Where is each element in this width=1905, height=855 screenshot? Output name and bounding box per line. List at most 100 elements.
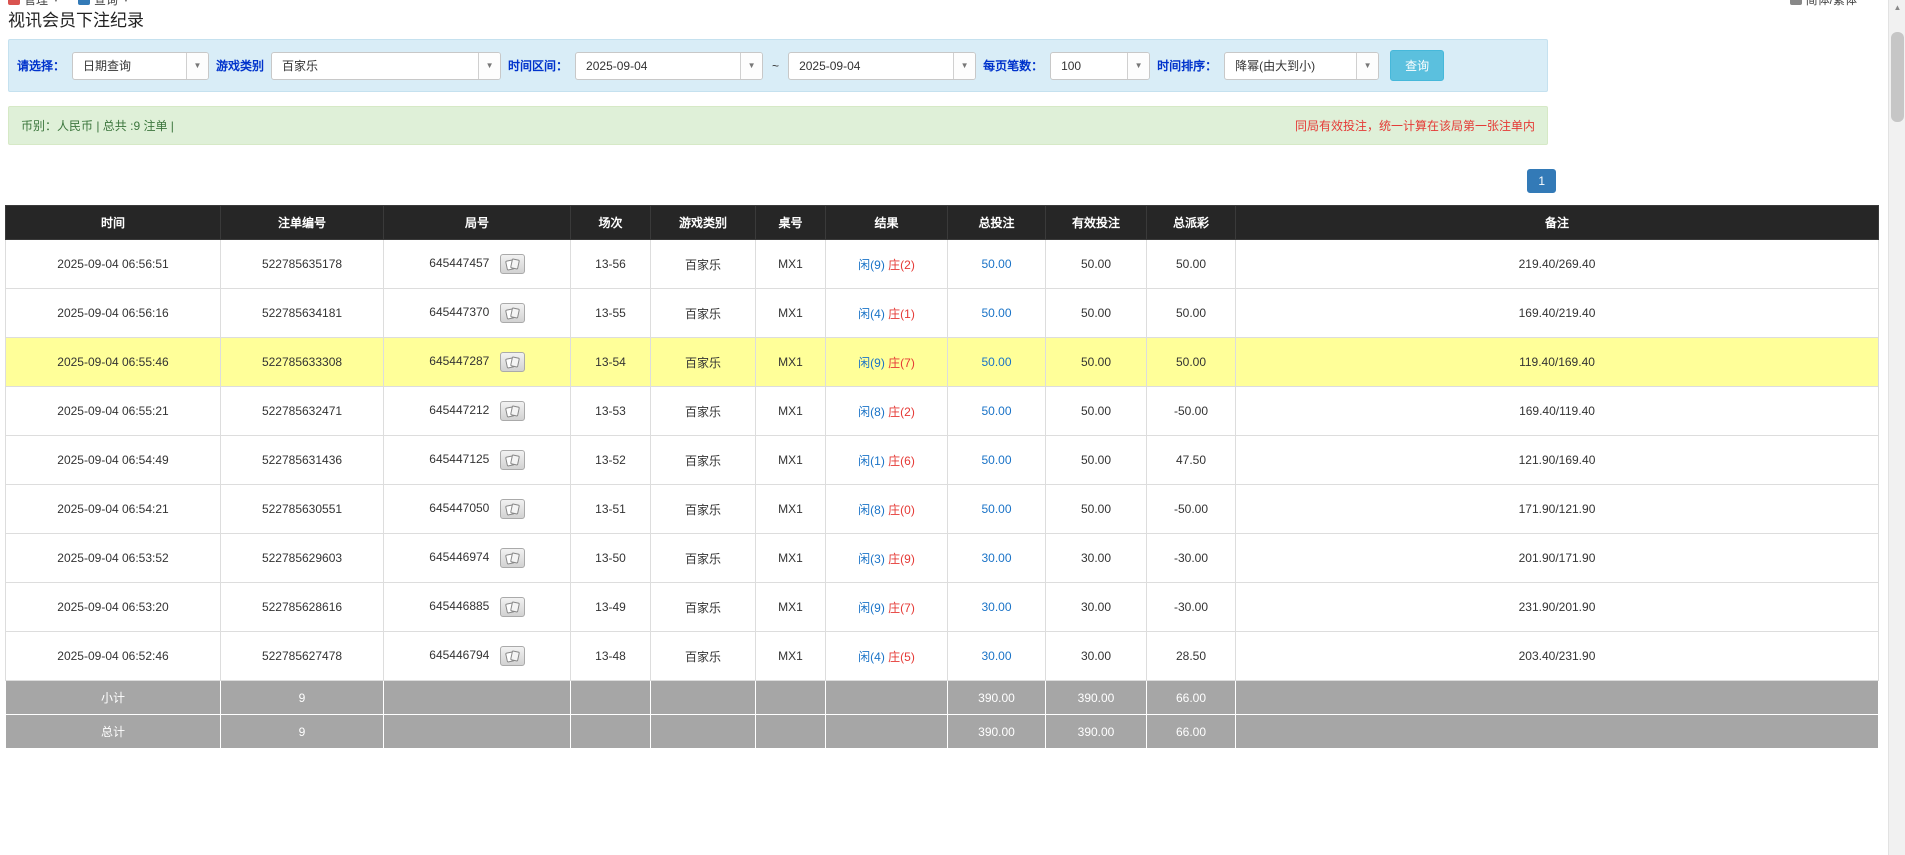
round-number: 645446974 xyxy=(429,550,489,564)
scrollbar-up-arrow[interactable]: ▲ xyxy=(1889,0,1905,16)
game-type-select[interactable]: 百家乐 ▼ xyxy=(271,52,501,80)
page-button-1[interactable]: 1 xyxy=(1527,169,1556,193)
subtotal-label: 小计 xyxy=(6,681,221,715)
total-count: 9 xyxy=(221,715,384,749)
result-banker: 庄(9) xyxy=(888,552,915,566)
cell-payout: -30.00 xyxy=(1147,583,1236,632)
cell-round: 645446794 xyxy=(384,632,571,681)
cell-time: 2025-09-04 06:54:49 xyxy=(6,436,221,485)
table-row: 2025-09-04 06:53:52 522785629603 6454469… xyxy=(6,534,1879,583)
cell-game-type: 百家乐 xyxy=(651,338,756,387)
query-type-select[interactable]: 日期查询 ▼ xyxy=(72,52,209,80)
cell-time: 2025-09-04 06:55:21 xyxy=(6,387,221,436)
result-player: 闲(9) xyxy=(858,601,885,615)
pagination: 1 xyxy=(8,169,1556,193)
chevron-down-icon: ▼ xyxy=(122,0,130,4)
date-from-select[interactable]: 2025-09-04 ▼ xyxy=(575,52,763,80)
cell-bet-id: 522785635178 xyxy=(221,240,384,289)
game-result-icon[interactable] xyxy=(500,548,525,568)
cell-result: 闲(3) 庄(9) xyxy=(826,534,948,583)
scrollbar[interactable]: ▲ xyxy=(1888,0,1905,855)
cell-time: 2025-09-04 06:53:52 xyxy=(6,534,221,583)
round-number: 645447287 xyxy=(429,354,489,368)
cell-note: 203.40/231.90 xyxy=(1236,632,1879,681)
cell-game-type: 百家乐 xyxy=(651,534,756,583)
bet-records-table: 时间 注单编号 局号 场次 游戏类别 桌号 结果 总投注 有效投注 总派彩 备注… xyxy=(5,205,1879,749)
cell-bet-id: 522785631436 xyxy=(221,436,384,485)
page-size-select[interactable]: 100 ▼ xyxy=(1050,52,1150,80)
cell-round: 645446974 xyxy=(384,534,571,583)
game-result-icon[interactable] xyxy=(500,352,525,372)
cell-total-bet-link[interactable]: 50.00 xyxy=(981,257,1011,271)
cell-payout: 47.50 xyxy=(1147,436,1236,485)
cell-total-bet-link[interactable]: 50.00 xyxy=(981,453,1011,467)
cell-total-bet-link[interactable]: 30.00 xyxy=(981,649,1011,663)
cell-total-bet-link[interactable]: 50.00 xyxy=(981,502,1011,516)
result-banker: 庄(2) xyxy=(888,405,915,419)
cell-bet-id: 522785632471 xyxy=(221,387,384,436)
result-banker: 庄(6) xyxy=(888,454,915,468)
time-sort-select[interactable]: 降幂(由大到小) ▼ xyxy=(1224,52,1379,80)
cell-game-type: 百家乐 xyxy=(651,485,756,534)
time-sort-value: 降幂(由大到小) xyxy=(1225,53,1356,79)
date-to-select[interactable]: 2025-09-04 ▼ xyxy=(788,52,976,80)
game-result-icon[interactable] xyxy=(500,254,525,274)
round-number: 645446885 xyxy=(429,599,489,613)
nav-item-query-label: 查询 xyxy=(94,0,118,8)
cell-round: 645446885 xyxy=(384,583,571,632)
nav-item-admin-label: 管理 xyxy=(24,0,48,8)
cell-total-bet-link[interactable]: 50.00 xyxy=(981,306,1011,320)
game-result-icon[interactable] xyxy=(500,303,525,323)
cell-valid-bet: 30.00 xyxy=(1046,632,1147,681)
cell-total-bet-link[interactable]: 30.00 xyxy=(981,551,1011,565)
cell-payout: -30.00 xyxy=(1147,534,1236,583)
table-header-row: 时间 注单编号 局号 场次 游戏类别 桌号 结果 总投注 有效投注 总派彩 备注 xyxy=(6,206,1879,240)
summary-currency-count: 币别：人民币 | 总共 :9 注单 | xyxy=(21,117,174,134)
language-switch[interactable]: 简体/繁体 xyxy=(1790,0,1857,8)
game-result-icon[interactable] xyxy=(500,450,525,470)
game-result-icon[interactable] xyxy=(500,597,525,617)
cell-game-type: 百家乐 xyxy=(651,240,756,289)
subtotal-count: 9 xyxy=(221,681,384,715)
cell-payout: 28.50 xyxy=(1147,632,1236,681)
scrollbar-thumb[interactable] xyxy=(1891,32,1904,122)
cell-valid-bet: 50.00 xyxy=(1046,338,1147,387)
nav-item-query[interactable]: 查询 ▼ xyxy=(78,0,130,8)
cell-total-bet-link[interactable]: 30.00 xyxy=(981,600,1011,614)
cell-session: 13-56 xyxy=(571,240,651,289)
round-number: 645447370 xyxy=(429,305,489,319)
cell-valid-bet: 30.00 xyxy=(1046,534,1147,583)
game-result-icon[interactable] xyxy=(500,401,525,421)
table-row: 2025-09-04 06:56:16 522785634181 6454473… xyxy=(6,289,1879,338)
cell-game-type: 百家乐 xyxy=(651,387,756,436)
cell-payout: -50.00 xyxy=(1147,485,1236,534)
cell-result: 闲(4) 庄(5) xyxy=(826,632,948,681)
table-row: 2025-09-04 06:56:51 522785635178 6454474… xyxy=(6,240,1879,289)
cell-table-number: MX1 xyxy=(756,583,826,632)
result-banker: 庄(7) xyxy=(888,356,915,370)
table-row: 2025-09-04 06:54:49 522785631436 6454471… xyxy=(6,436,1879,485)
cell-table-number: MX1 xyxy=(756,289,826,338)
game-result-icon[interactable] xyxy=(500,499,525,519)
game-result-icon[interactable] xyxy=(500,646,525,666)
cell-total-bet-link[interactable]: 50.00 xyxy=(981,404,1011,418)
cell-time: 2025-09-04 06:54:21 xyxy=(6,485,221,534)
cell-result: 闲(9) 庄(7) xyxy=(826,583,948,632)
header-note: 备注 xyxy=(1236,206,1879,240)
header-result: 结果 xyxy=(826,206,948,240)
cell-table-number: MX1 xyxy=(756,338,826,387)
result-player: 闲(1) xyxy=(858,454,885,468)
cell-game-type: 百家乐 xyxy=(651,583,756,632)
cell-result: 闲(4) 庄(1) xyxy=(826,289,948,338)
cell-session: 13-53 xyxy=(571,387,651,436)
round-number: 645447457 xyxy=(429,256,489,270)
total-valid-bet: 390.00 xyxy=(1046,715,1147,749)
cell-valid-bet: 30.00 xyxy=(1046,583,1147,632)
subtotal-total-bet: 390.00 xyxy=(948,681,1046,715)
nav-item-admin[interactable]: 管理 ▼ xyxy=(8,0,60,8)
cell-note: 169.40/219.40 xyxy=(1236,289,1879,338)
page-size-value: 100 xyxy=(1051,53,1127,79)
cell-total-bet-link[interactable]: 50.00 xyxy=(981,355,1011,369)
query-button[interactable]: 查询 xyxy=(1390,50,1444,81)
cell-valid-bet: 50.00 xyxy=(1046,436,1147,485)
